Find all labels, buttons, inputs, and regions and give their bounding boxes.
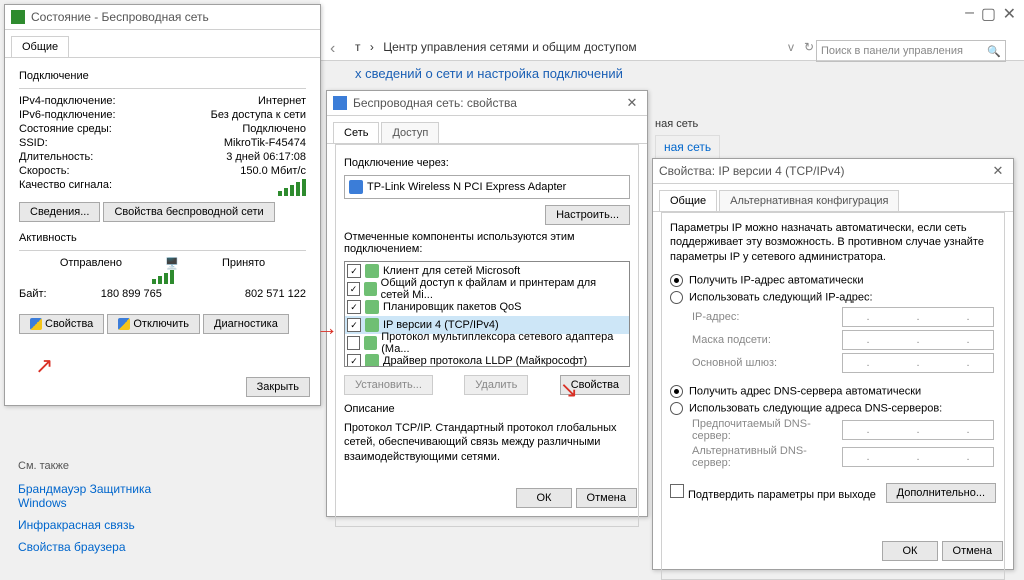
configure-button[interactable]: Настроить... — [545, 205, 630, 225]
search-input[interactable]: Поиск в панели управления 🔍 — [816, 40, 1006, 62]
advanced-button[interactable]: Дополнительно... — [886, 483, 996, 503]
protocol-icon — [365, 264, 379, 278]
activity-icon: 🖥️ — [152, 257, 192, 270]
link-firewall[interactable]: Брандмауэр Защитника Windows — [18, 482, 198, 510]
tab-access[interactable]: Доступ — [381, 122, 439, 143]
checkbox[interactable] — [347, 336, 360, 350]
annotation-arrow: → — [316, 315, 338, 341]
radio-manual-dns[interactable]: Использовать следующие адреса DNS-сервер… — [670, 402, 996, 415]
tab-general[interactable]: Общие — [11, 36, 69, 57]
see-also-panel: См. также Брандмауэр Защитника Windows И… — [18, 460, 198, 554]
annotation-arrow: ↗ — [35, 353, 53, 379]
wlan-properties-button[interactable]: Свойства беспроводной сети — [103, 202, 274, 222]
checkbox[interactable] — [347, 318, 361, 332]
annotation-arrow: ↘ — [560, 377, 578, 403]
page-subtitle: х сведений о сети и настройка подключени… — [355, 66, 623, 81]
checkbox[interactable] — [347, 282, 360, 296]
ok-button[interactable]: ОК — [516, 488, 573, 508]
details-button[interactable]: Сведения... — [19, 202, 100, 222]
protocol-icon — [365, 354, 379, 367]
diagnose-button[interactable]: Диагностика — [203, 314, 289, 334]
wifi-icon — [11, 10, 25, 24]
tab-general[interactable]: Общие — [659, 190, 717, 211]
checkbox[interactable] — [347, 300, 361, 314]
activity-signal-icon — [152, 270, 174, 284]
adapter-icon — [333, 96, 347, 110]
close-button[interactable]: Закрыть — [246, 377, 310, 397]
link-infrared[interactable]: Инфракрасная связь — [18, 518, 198, 532]
window-adapter-properties: Беспроводная сеть: свойства✕ Сеть Доступ… — [326, 90, 648, 517]
subnet-mask-field: ... — [842, 330, 994, 350]
signal-strength-icon — [278, 179, 306, 196]
disable-button[interactable]: Отключить — [107, 314, 200, 334]
cancel-button[interactable]: Отмена — [942, 541, 1003, 561]
shield-icon — [30, 318, 42, 330]
link-browser-props[interactable]: Свойства браузера — [18, 540, 198, 554]
install-button[interactable]: Установить... — [344, 375, 433, 395]
ip-address-field: ... — [842, 307, 994, 327]
breadcrumb: т › Центр управления сетями и общим дост… — [355, 40, 637, 54]
window-ipv4-properties: Свойства: IP версии 4 (TCP/IPv4)✕ Общие … — [652, 158, 1014, 570]
list-item[interactable]: Протокол мультиплексора сетевого адаптер… — [345, 334, 629, 352]
protocol-icon — [364, 282, 377, 296]
cancel-button[interactable]: Отмена — [576, 488, 637, 508]
network-section-label: ная сеть — [655, 118, 698, 130]
window-wireless-status: Состояние - Беспроводная сеть Общие Подк… — [4, 4, 321, 406]
protocol-icon — [365, 318, 379, 332]
close-icon[interactable]: ✕ — [1003, 4, 1016, 24]
list-item[interactable]: Драйвер протокола LLDP (Майкрософт) — [345, 352, 629, 367]
tab-network[interactable]: Сеть — [333, 122, 379, 143]
confirm-on-exit-checkbox[interactable]: Подтвердить параметры при выходе — [670, 484, 876, 501]
protocol-icon — [365, 300, 379, 314]
search-icon: 🔍 — [987, 45, 1001, 58]
checkbox[interactable] — [347, 354, 361, 367]
tab-alt-config[interactable]: Альтернативная конфигурация — [719, 190, 899, 211]
nic-icon — [349, 180, 363, 194]
protocol-icon — [364, 336, 377, 350]
network-link-box[interactable]: ная сеть — [655, 135, 720, 159]
radio-auto-dns[interactable]: Получить адрес DNS-сервера автоматически — [670, 385, 996, 398]
maximize-icon[interactable]: ▢ — [981, 4, 996, 24]
radio-manual-ip[interactable]: Использовать следующий IP-адрес: — [670, 291, 996, 304]
ok-button[interactable]: ОК — [882, 541, 939, 561]
dns1-field: ... — [842, 420, 994, 440]
dns2-field: ... — [842, 447, 994, 467]
properties-button[interactable]: Свойства — [19, 314, 104, 334]
minimize-icon[interactable]: – — [965, 4, 974, 22]
gateway-field: ... — [842, 353, 994, 373]
shield-icon — [118, 318, 130, 330]
list-item[interactable]: Общий доступ к файлам и принтерам для се… — [345, 280, 629, 298]
close-icon[interactable]: ✕ — [623, 95, 641, 111]
nav-back-icon[interactable]: ‹ — [330, 40, 335, 58]
radio-auto-ip[interactable]: Получить IP-адрес автоматически — [670, 274, 996, 287]
checkbox[interactable] — [347, 264, 361, 278]
remove-button[interactable]: Удалить — [464, 375, 528, 395]
components-list[interactable]: Клиент для сетей MicrosoftОбщий доступ к… — [344, 261, 630, 367]
breadcrumb-more-icon[interactable]: v ↻ — [788, 40, 814, 54]
close-icon[interactable]: ✕ — [989, 163, 1007, 179]
